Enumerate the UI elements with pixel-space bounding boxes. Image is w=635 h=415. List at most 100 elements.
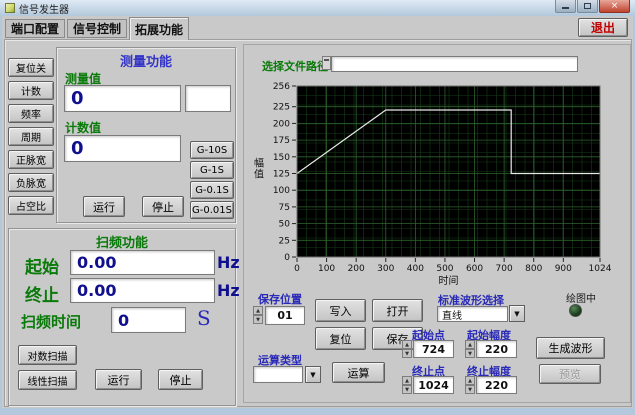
start-point-input[interactable]: 724 xyxy=(413,340,454,358)
svg-text:600: 600 xyxy=(466,264,483,274)
svg-text:175: 175 xyxy=(273,136,290,146)
svg-text:125: 125 xyxy=(273,170,290,180)
svg-text:1024: 1024 xyxy=(589,264,612,274)
waveform-dropdown-button[interactable]: ▼ xyxy=(509,305,525,322)
svg-text:700: 700 xyxy=(496,264,513,274)
svg-text:900: 900 xyxy=(555,264,572,274)
end-point-spinner[interactable]: ▲ ▼ xyxy=(402,376,412,394)
measure-stop-button[interactable]: 停止 xyxy=(142,196,184,217)
start-amplitude-input[interactable]: 220 xyxy=(476,340,517,358)
measure-title: 测量功能 xyxy=(119,55,172,70)
end-amplitude-input[interactable]: 220 xyxy=(476,376,517,394)
measured-unit-display xyxy=(185,85,231,112)
svg-text:300: 300 xyxy=(377,264,394,274)
close-icon: × xyxy=(610,0,619,11)
svg-text:0: 0 xyxy=(284,253,290,263)
svg-text:200: 200 xyxy=(348,264,365,274)
tab-signal-control[interactable]: 信号控制 xyxy=(67,19,127,38)
linear-scan-button[interactable]: 线性扫描 xyxy=(18,370,77,390)
file-path-input[interactable] xyxy=(331,56,578,72)
spinner-up-icon: ▲ xyxy=(402,376,412,385)
measured-value-display[interactable]: 0 xyxy=(64,85,181,112)
titlebar[interactable]: 信号发生器 × xyxy=(0,0,635,16)
svg-text:200: 200 xyxy=(273,119,290,129)
start-point-spinner[interactable]: ▲ ▼ xyxy=(402,340,412,358)
reset-button[interactable]: 复位 xyxy=(315,327,366,350)
spinner-up-icon: ▲ xyxy=(465,340,475,349)
sweep-run-button[interactable]: 运行 xyxy=(95,369,142,390)
operate-button[interactable]: 运算 xyxy=(332,362,385,383)
sweep-start-input[interactable]: 0.00 xyxy=(70,250,215,275)
app-window: 信号发生器 × 端口配置 信号控制 拓展功能 退出 复位关 计数 频率 周期 正… xyxy=(0,0,635,415)
sweep-time-input[interactable]: 0 xyxy=(111,307,186,333)
maximize-button[interactable] xyxy=(577,0,598,13)
sweep-end-input[interactable]: 0.00 xyxy=(70,278,215,303)
button-period[interactable]: 周期 xyxy=(8,127,54,146)
svg-text:幅: 幅 xyxy=(254,157,264,170)
spinner-up-icon: ▲ xyxy=(402,340,412,349)
button-negative-pulse-width[interactable]: 负脉宽 xyxy=(8,173,54,192)
spinner-down-icon: ▼ xyxy=(465,385,475,394)
button-frequency[interactable]: 频率 xyxy=(8,104,54,123)
count-value-display[interactable]: 0 xyxy=(64,135,181,162)
preview-button[interactable]: 预览 xyxy=(539,364,601,384)
save-position-spinner[interactable]: ▲ ▼ xyxy=(253,306,263,324)
operation-type-select[interactable] xyxy=(253,366,303,383)
svg-text:25: 25 xyxy=(279,236,290,246)
sweep-time-unit: S xyxy=(197,306,211,330)
spinner-down-icon: ▼ xyxy=(402,349,412,358)
end-point-input[interactable]: 1024 xyxy=(413,376,454,394)
drawing-status-label: 绘图中 xyxy=(566,294,596,305)
save-position-label: 保存位置 xyxy=(258,293,302,306)
file-path-label: 选择文件路径 xyxy=(262,60,328,73)
sweep-start-label: 起始 xyxy=(25,258,59,278)
svg-text:400: 400 xyxy=(407,264,424,274)
button-positive-pulse-width[interactable]: 正脉宽 xyxy=(8,150,54,169)
spinner-down-icon: ▼ xyxy=(402,385,412,394)
minimize-button[interactable] xyxy=(555,0,576,13)
sweep-end-unit: Hz xyxy=(217,281,240,300)
save-position-input[interactable]: 01 xyxy=(265,306,305,325)
tab-extended-functions[interactable]: 拓展功能 xyxy=(129,17,189,40)
log-scan-button[interactable]: 对数扫描 xyxy=(18,345,77,365)
count-value-label: 计数值 xyxy=(65,121,102,135)
sweep-end-label: 终止 xyxy=(25,286,59,306)
svg-text:500: 500 xyxy=(436,264,453,274)
gate-0-1s-button[interactable]: G-0.1S xyxy=(190,181,234,199)
svg-text:150: 150 xyxy=(273,153,290,163)
exit-button[interactable]: 退出 xyxy=(578,18,628,37)
gate-1s-button[interactable]: G-1S xyxy=(190,161,234,179)
close-button[interactable]: × xyxy=(599,0,630,13)
path-type-icon[interactable] xyxy=(322,56,331,70)
button-count[interactable]: 计数 xyxy=(8,81,54,100)
spinner-down-icon: ▼ xyxy=(253,315,263,324)
generate-waveform-button[interactable]: 生成波形 xyxy=(536,337,605,359)
sweep-stop-button[interactable]: 停止 xyxy=(158,369,203,390)
svg-text:800: 800 xyxy=(525,264,542,274)
open-button[interactable]: 打开 xyxy=(372,299,423,322)
measure-group: 测量功能 测量值 0 计数值 0 G-10S G-1S G-0.1S G-0.0… xyxy=(56,47,236,223)
tab-port-config[interactable]: 端口配置 xyxy=(5,19,65,38)
spinner-up-icon: ▲ xyxy=(253,306,263,315)
button-reset-switch[interactable]: 复位关 xyxy=(8,58,54,77)
sweep-group: 扫频功能 起始 0.00 Hz 终止 0.00 Hz 扫频时间 0 S 对数扫描… xyxy=(8,228,240,406)
gate-10s-button[interactable]: G-10S xyxy=(190,141,234,159)
start-amplitude-spinner[interactable]: ▲ ▼ xyxy=(465,340,475,358)
svg-text:值: 值 xyxy=(254,168,264,181)
measure-run-button[interactable]: 运行 xyxy=(83,196,125,217)
chevron-down-icon: ▼ xyxy=(514,309,520,318)
spinner-down-icon: ▼ xyxy=(465,349,475,358)
svg-text:50: 50 xyxy=(279,220,291,230)
write-button[interactable]: 写入 xyxy=(315,299,366,322)
app-icon xyxy=(5,3,15,13)
waveform-select[interactable]: 直线 xyxy=(437,306,508,322)
button-duty-cycle[interactable]: 占空比 xyxy=(8,196,54,215)
window-title: 信号发生器 xyxy=(19,4,69,16)
operation-type-dropdown-button[interactable]: ▼ xyxy=(305,366,321,383)
svg-text:100: 100 xyxy=(318,264,335,274)
maximize-icon xyxy=(584,3,591,9)
svg-text:75: 75 xyxy=(279,203,290,213)
gate-0-01s-button[interactable]: G-0.01S xyxy=(190,201,234,219)
svg-text:256: 256 xyxy=(273,82,290,92)
end-amplitude-spinner[interactable]: ▲ ▼ xyxy=(465,376,475,394)
